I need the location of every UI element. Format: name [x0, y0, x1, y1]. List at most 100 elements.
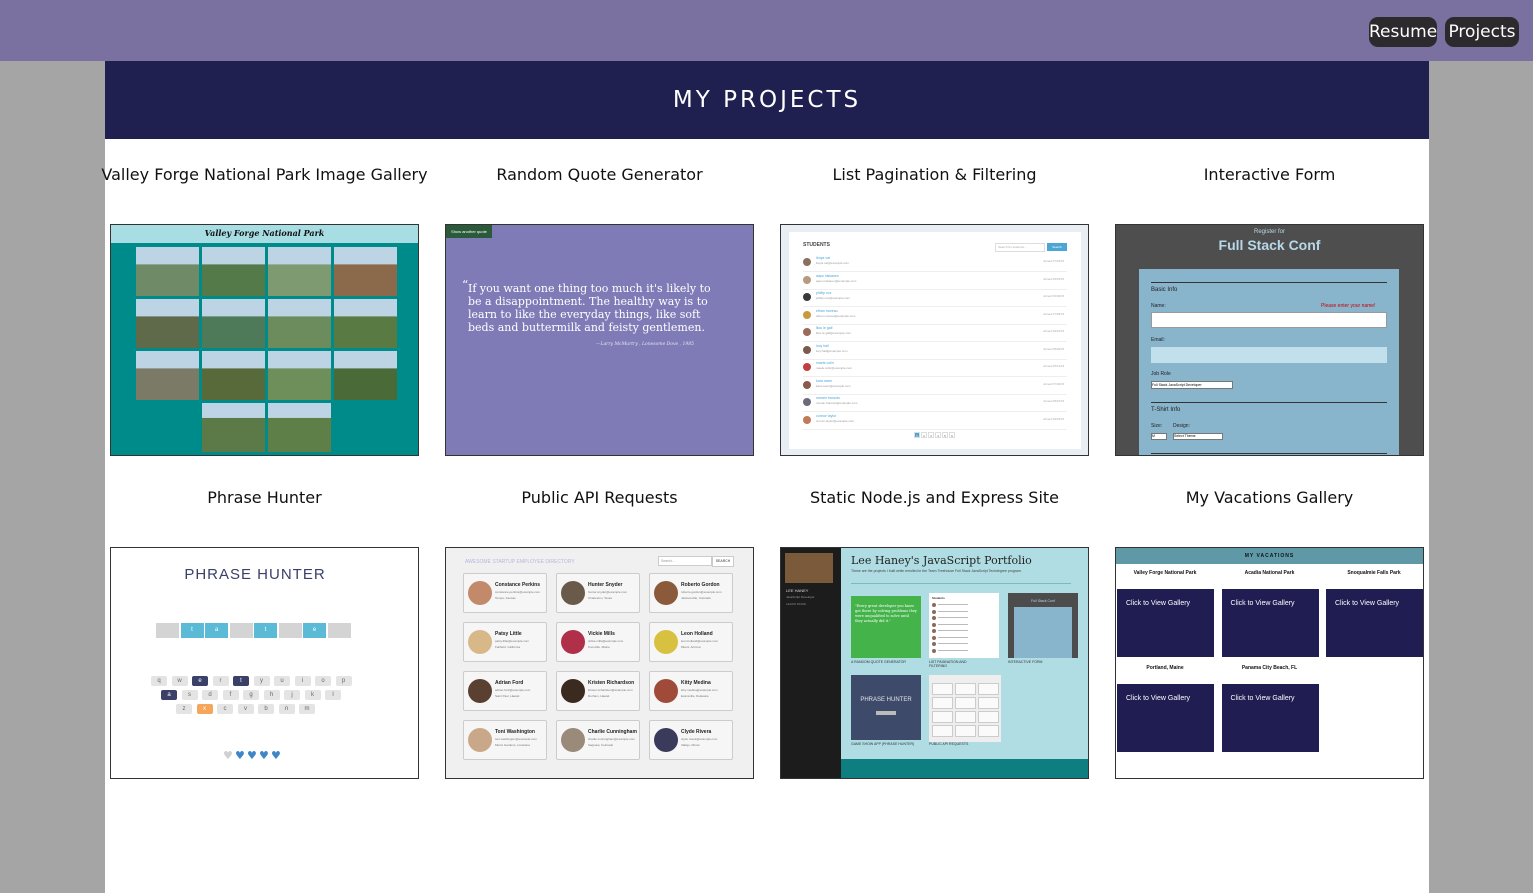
- form-divider-3: [1151, 453, 1387, 454]
- api-tile-card: [955, 725, 976, 737]
- key-c[interactable]: c: [217, 704, 233, 714]
- project-thumbnail-phrase[interactable]: PHRASE HUNTER tate qwertyuiopasdfghjklzx…: [110, 547, 419, 779]
- page-link[interactable]: 1: [914, 432, 920, 438]
- key-w[interactable]: w: [171, 676, 188, 686]
- employee-card[interactable]: Constance Perkins constance.perkins@examp…: [463, 573, 547, 613]
- name-error: Please enter your name!: [1321, 303, 1376, 309]
- employee-city: Knoxville, Maine: [588, 645, 610, 649]
- key-x[interactable]: x: [196, 704, 213, 714]
- key-y[interactable]: y: [253, 676, 270, 686]
- page-link[interactable]: 4: [935, 432, 941, 438]
- employee-card[interactable]: Clyde Rivera clyde.rivera@example.com Vall…: [649, 720, 733, 760]
- project-thumbnail-api[interactable]: AWESOME STARTUP EMPLOYEE DIRECTORY Searc…: [445, 547, 754, 779]
- employee-card[interactable]: Toni Washington toni.washington@example.c…: [463, 720, 547, 760]
- gallery-photo[interactable]: [202, 299, 265, 348]
- key-f[interactable]: f: [222, 690, 239, 700]
- key-z[interactable]: z: [176, 704, 192, 714]
- project-thumbnail-vacations[interactable]: MY VACATIONS Valley Forge National Park C…: [1115, 547, 1424, 779]
- key-v[interactable]: v: [237, 704, 254, 714]
- gallery-photo[interactable]: [268, 299, 331, 348]
- gallery-photo[interactable]: [334, 299, 397, 348]
- design-select[interactable]: Select Theme: [1173, 433, 1223, 440]
- key-h[interactable]: h: [263, 690, 280, 700]
- place-label: Panama City Beach, FL: [1241, 665, 1298, 671]
- projects-button[interactable]: Projects: [1445, 17, 1519, 47]
- employee-avatar: [468, 679, 492, 703]
- key-q[interactable]: q: [151, 676, 167, 686]
- project-thumbnail-node[interactable]: LEE HANEY JavaScript Developer LEARN MOR…: [780, 547, 1089, 779]
- gallery-photo[interactable]: [136, 247, 199, 296]
- employee-card[interactable]: Hunter Snyder hunter.snyder@example.com Ch…: [556, 573, 640, 613]
- view-gallery-tile[interactable]: Click to View Gallery: [1221, 589, 1319, 657]
- project-thumbnail-gallery[interactable]: Valley Forge National Park: [110, 224, 419, 456]
- phrase-tile-label: PHRASE HUNTER: [860, 697, 912, 703]
- employee-card[interactable]: Leon Holland leon.holland@example.com Miam…: [649, 622, 733, 662]
- key-m[interactable]: m: [299, 704, 315, 714]
- resume-button[interactable]: Resume: [1369, 17, 1437, 47]
- gallery-photo[interactable]: [334, 351, 397, 400]
- project-thumbnail-quote[interactable]: Show another quote “ If you want one thi…: [445, 224, 754, 456]
- job-role-select[interactable]: Full Stack JavaScript Developer: [1151, 381, 1233, 389]
- employee-card[interactable]: Adrian Ford adrian.ford@example.com Saint …: [463, 671, 547, 711]
- employee-card[interactable]: Kristen Richardson kristen.richardson@exa…: [556, 671, 640, 711]
- size-select[interactable]: M: [1151, 433, 1167, 440]
- employee-card[interactable]: Kitty Medina kitty.medina@example.com Evan…: [649, 671, 733, 711]
- student-email: lilou.le gall@example.com: [816, 331, 851, 335]
- view-gallery-tile[interactable]: Click to View Gallery: [1221, 684, 1319, 752]
- phrase-tile[interactable]: PHRASE HUNTER: [851, 675, 921, 740]
- view-gallery-tile[interactable]: Click to View Gallery: [1117, 589, 1214, 657]
- page-link[interactable]: 6: [949, 432, 955, 438]
- key-j[interactable]: j: [284, 690, 300, 700]
- quote-body: If you want one thing too much it's like…: [468, 282, 711, 334]
- key-a[interactable]: a: [161, 690, 177, 700]
- employee-email: leon.holland@example.com: [681, 639, 719, 643]
- key-d[interactable]: d: [202, 690, 218, 700]
- student-email: ethan.moreau@example.com: [816, 313, 856, 318]
- gallery-photo[interactable]: [268, 247, 331, 296]
- gallery-photo[interactable]: [268, 403, 331, 452]
- gallery-photo[interactable]: [202, 351, 265, 400]
- key-i[interactable]: i: [294, 676, 311, 686]
- key-n[interactable]: n: [278, 704, 295, 714]
- api-tile[interactable]: [929, 675, 1001, 742]
- page-link[interactable]: 5: [942, 432, 948, 438]
- key-p[interactable]: p: [335, 676, 352, 686]
- api-tile-card: [955, 697, 976, 709]
- key-t[interactable]: t: [233, 676, 249, 686]
- learn-more-link[interactable]: LEARN MORE: [786, 602, 806, 606]
- key-l[interactable]: l: [325, 690, 341, 700]
- form-tile[interactable]: Full Stack Conf: [1008, 593, 1078, 658]
- key-b[interactable]: b: [258, 704, 274, 714]
- key-s[interactable]: s: [181, 690, 198, 700]
- form-divider: [1151, 282, 1387, 283]
- gallery-photo[interactable]: [334, 247, 397, 296]
- page-link[interactable]: 2: [921, 432, 927, 438]
- email-input[interactable]: [1151, 347, 1387, 363]
- key-g[interactable]: g: [243, 690, 259, 700]
- view-gallery-tile[interactable]: Click to View Gallery: [1326, 589, 1423, 657]
- employee-card[interactable]: Vickie Mills vickie.mills@example.com Knox…: [556, 622, 640, 662]
- employee-card[interactable]: Roberto Gordon roberto.gordon@example.com…: [649, 573, 733, 613]
- employee-card[interactable]: Charlie Cunningham charlie.cunningham@exa…: [556, 720, 640, 760]
- key-k[interactable]: k: [304, 690, 321, 700]
- gallery-photo[interactable]: [202, 247, 265, 296]
- employee-card[interactable]: Patsy Little patsy.little@example.com Fair…: [463, 622, 547, 662]
- project-thumbnail-pagination[interactable]: STUDENTS Search for students... Search i…: [780, 224, 1089, 456]
- student-name: lilou le gall: [816, 326, 833, 330]
- key-o[interactable]: o: [315, 676, 331, 686]
- quote-tile[interactable]: "Every great developer you know got ther…: [851, 596, 921, 658]
- key-e[interactable]: e: [192, 676, 208, 686]
- students-tile[interactable]: Students: [929, 593, 999, 658]
- gallery-photo[interactable]: [268, 351, 331, 400]
- project-thumbnail-form[interactable]: Register for Full Stack Conf Basic Info …: [1115, 224, 1424, 456]
- gallery-photo[interactable]: [136, 351, 199, 400]
- show-quote-button[interactable]: Show another quote: [446, 225, 492, 238]
- key-u[interactable]: u: [274, 676, 290, 686]
- view-gallery-tile[interactable]: Click to View Gallery: [1117, 684, 1214, 752]
- gallery-photo[interactable]: [136, 299, 199, 348]
- name-input[interactable]: [1151, 312, 1387, 328]
- gallery-photo[interactable]: [202, 403, 265, 452]
- page-link[interactable]: 3: [928, 432, 934, 438]
- heart-icon: ♥: [259, 749, 269, 762]
- key-r[interactable]: r: [212, 676, 229, 686]
